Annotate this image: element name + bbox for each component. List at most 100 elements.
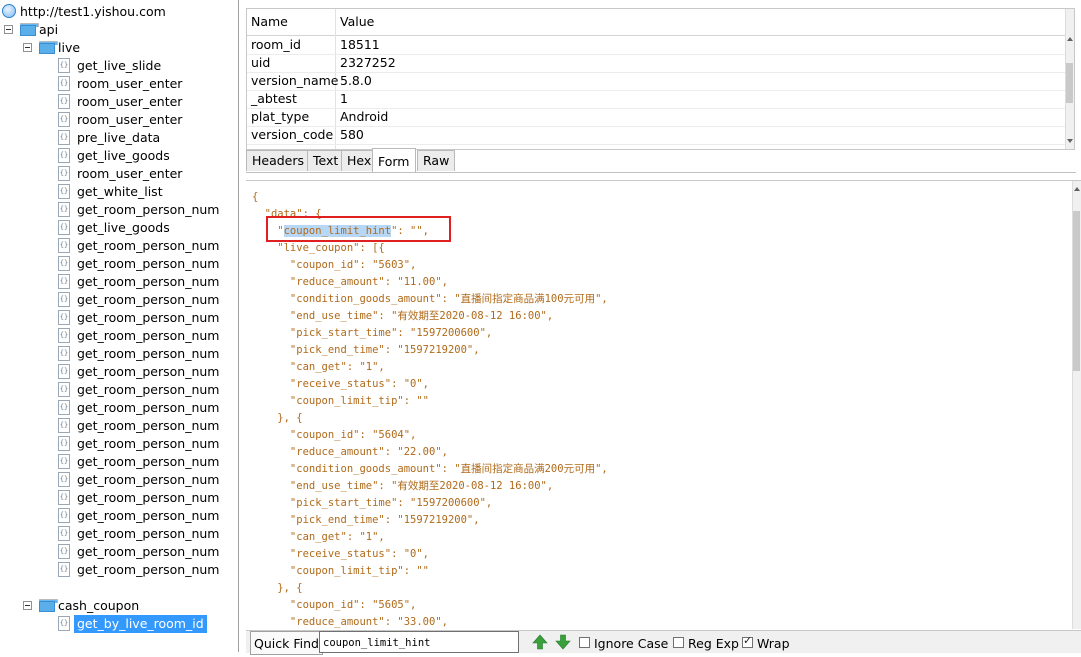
scroll-down-icon[interactable]	[1067, 139, 1073, 143]
col-value-header[interactable]: Value	[336, 9, 374, 35]
json-file-icon: {}	[58, 508, 70, 523]
scroll-up-icon[interactable]	[1074, 187, 1080, 191]
json-line: "live_coupon": [{	[252, 242, 385, 254]
json-line: {	[252, 191, 259, 203]
quick-find-input[interactable]: coupon_limit_hint	[319, 631, 519, 653]
col-name-header[interactable]: Name	[247, 9, 288, 35]
json-file-icon: {}	[58, 454, 70, 469]
tree-root-label: http://test1.yishou.com	[20, 4, 166, 19]
tree-item-label: get_room_person_num	[77, 364, 220, 379]
json-file-icon: {}	[58, 202, 70, 217]
reg-exp-checkbox[interactable]	[673, 637, 684, 648]
json-file-icon: {}	[58, 346, 70, 361]
json-file-icon: {}	[58, 274, 70, 289]
tree-item-label: get_room_person_num	[77, 274, 220, 289]
json-line: "receive_status": "0",	[252, 548, 430, 560]
cell-name: uid	[251, 55, 271, 70]
tree-item-label: get_room_person_num	[77, 202, 220, 217]
tree-item-label: get_room_person_num	[77, 400, 220, 415]
json-file-icon: {}	[58, 418, 70, 433]
tree-node-label: api	[39, 22, 59, 37]
collapse-icon[interactable]	[23, 43, 32, 52]
json-line: "coupon_id": "5605",	[252, 599, 417, 611]
response-body[interactable]: { "data": { "coupon_limit_hint": "", "li…	[246, 180, 1081, 629]
form-grid[interactable]: Name Value room_id 18511 uid 2327252 version…	[246, 8, 1075, 150]
collapse-icon[interactable]	[23, 601, 32, 610]
scroll-thumb[interactable]	[1066, 63, 1073, 103]
json-file-icon: {}	[58, 238, 70, 253]
table-row[interactable]: version_name 5.8.0	[247, 72, 1074, 91]
json-file-icon: {}	[58, 58, 70, 73]
tree-item-label: room_user_enter	[77, 112, 183, 127]
json-line: "condition_goods_amount": "直播间指定商品满100元可…	[252, 293, 608, 305]
json-line: }, {	[252, 582, 303, 594]
ignore-case-label: Ignore Case	[594, 636, 669, 651]
cell-value: 5.8.0	[340, 73, 372, 88]
cell-name: plat_type	[251, 109, 310, 124]
tab-text[interactable]: Text	[307, 150, 345, 171]
json-file-icon: {}	[58, 220, 70, 235]
folder-icon	[39, 599, 58, 612]
json-line: "pick_end_time": "1597219200",	[252, 344, 480, 356]
session-tree[interactable]: http://test1.yishou.com api live {} get_l…	[0, 0, 239, 652]
tree-item-label: get_room_person_num	[77, 472, 220, 487]
tab-raw[interactable]: Raw	[417, 150, 456, 171]
tree-item-label: get_live_goods	[77, 220, 170, 235]
table-row[interactable]: room_id 18511	[247, 36, 1074, 55]
json-line: "coupon_limit_tip": ""	[252, 395, 430, 407]
tree-item-label: get_room_person_num	[77, 526, 220, 541]
inspector-pane: Name Value room_id 18511 uid 2327252 version…	[243, 0, 1081, 655]
json-file-icon: {}	[58, 526, 70, 541]
folder-icon	[39, 41, 58, 54]
cell-value: 2327252	[340, 55, 396, 70]
tab-headers[interactable]: Headers	[246, 150, 311, 171]
tree-item-label: get_room_person_num	[77, 454, 220, 469]
json-file-icon: {}	[58, 256, 70, 271]
tree-item-label: get_room_person_num	[77, 310, 220, 325]
table-row[interactable]: _abtest 1	[247, 90, 1074, 109]
quick-find-button[interactable]: Quick Find	[250, 631, 323, 655]
scroll-up-icon[interactable]	[1067, 37, 1073, 41]
tree-item-label: get_white_list	[77, 184, 163, 199]
tab-form[interactable]: Form	[372, 148, 416, 172]
find-next-icon[interactable]	[555, 634, 571, 650]
json-file-icon: {}	[58, 472, 70, 487]
json-file-icon: {}	[58, 166, 70, 181]
tree-item-label: get_by_live_room_id	[74, 615, 207, 633]
scroll-thumb[interactable]	[1073, 211, 1080, 371]
json-line: "condition_goods_amount": "直播间指定商品满200元可…	[252, 463, 608, 475]
json-file-icon: {}	[58, 76, 70, 91]
json-file-icon: {}	[58, 112, 70, 127]
collapse-icon[interactable]	[4, 25, 13, 34]
json-line: "coupon_id": "5603",	[252, 259, 417, 271]
json-file-icon: {}	[58, 436, 70, 451]
highlight-annotation-box	[266, 216, 451, 242]
json-line: "reduce_amount": "33.00",	[252, 616, 448, 628]
table-row[interactable]: uid 2327252	[247, 54, 1074, 73]
tree-item-label: get_room_person_num	[77, 382, 220, 397]
json-file-icon: {}	[58, 184, 70, 199]
grid-scrollbar[interactable]	[1065, 9, 1074, 149]
json-line: "reduce_amount": "11.00",	[252, 276, 448, 288]
wrap-checkbox[interactable]	[742, 634, 753, 648]
tree-item-label: get_room_person_num	[77, 418, 220, 433]
json-line: "receive_status": "0",	[252, 378, 430, 390]
cell-name: version_name	[251, 73, 339, 88]
json-line: "pick_end_time": "1597219200",	[252, 514, 480, 526]
json-text[interactable]: { "data": { "coupon_limit_hint": "", "li…	[252, 189, 608, 629]
table-row[interactable]: plat_type Android	[247, 108, 1074, 127]
quick-find-bar: Quick Find coupon_limit_hint Ignore Case…	[246, 630, 1081, 655]
reg-exp-label: Reg Exp	[688, 636, 739, 651]
cell-value: 18511	[340, 37, 380, 52]
body-scrollbar[interactable]	[1072, 181, 1081, 629]
json-file-icon: {}	[58, 562, 70, 577]
ignore-case-checkbox[interactable]	[579, 637, 590, 648]
table-row[interactable]: version_code 580	[247, 126, 1074, 145]
json-file-icon: {}	[58, 310, 70, 325]
cell-value: 1	[340, 91, 348, 106]
json-line: "can_get": "1",	[252, 531, 385, 543]
json-file-icon: {}	[58, 364, 70, 379]
cell-value: Android	[340, 109, 389, 124]
tree-item-label: pre_live_data	[77, 130, 161, 145]
find-previous-icon[interactable]	[532, 634, 548, 650]
